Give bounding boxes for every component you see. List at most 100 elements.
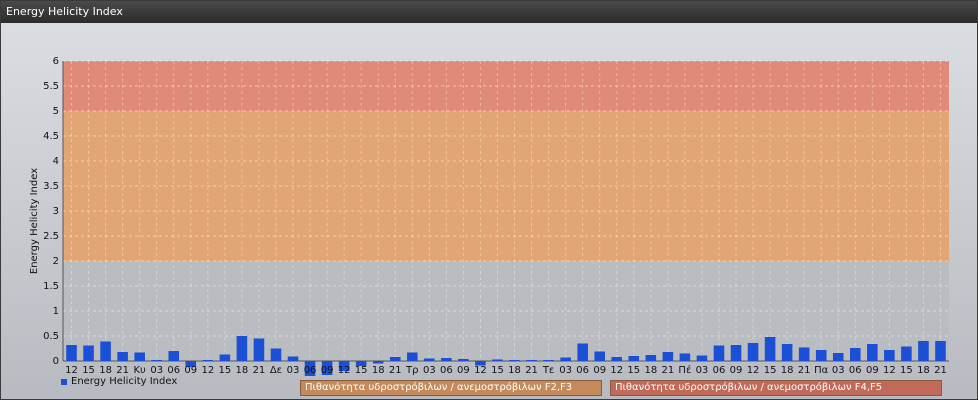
bar bbox=[628, 356, 640, 361]
legend-band-f2f3: Πιθανότητα υδροστρόβιλων / ανεμοστρόβιλω… bbox=[300, 380, 602, 396]
bar bbox=[850, 348, 861, 361]
bar bbox=[815, 350, 827, 361]
x-tick-label: 03 bbox=[150, 365, 163, 376]
bar bbox=[577, 343, 588, 361]
x-tick-label: 21 bbox=[661, 365, 674, 376]
x-tick-label: 12 bbox=[338, 365, 351, 376]
x-tick-label: 21 bbox=[389, 365, 402, 376]
bar bbox=[611, 357, 623, 361]
bar bbox=[270, 348, 282, 361]
bar bbox=[918, 341, 929, 361]
bar bbox=[730, 345, 742, 361]
y-tick-label: 4 bbox=[53, 156, 59, 167]
x-tick-label: 12 bbox=[474, 365, 487, 376]
x-tick-label: 09 bbox=[184, 365, 197, 376]
x-tick-label: 18 bbox=[644, 365, 657, 376]
x-tick-label: 15 bbox=[491, 365, 504, 376]
x-tick-label: Δε bbox=[270, 365, 282, 376]
bar bbox=[202, 360, 214, 361]
bar bbox=[867, 344, 878, 361]
bar bbox=[713, 345, 725, 361]
bar bbox=[798, 347, 810, 361]
bar bbox=[594, 351, 605, 361]
x-tick-label: 15 bbox=[900, 365, 913, 376]
bar bbox=[764, 337, 776, 361]
y-tick-label: 5 bbox=[53, 106, 59, 117]
x-tick-label: 09 bbox=[866, 365, 879, 376]
x-tick-label: 12 bbox=[747, 365, 760, 376]
bar bbox=[441, 358, 452, 361]
bar bbox=[884, 350, 895, 361]
x-tick-label: Πα bbox=[814, 365, 829, 376]
x-tick-label: 03 bbox=[423, 365, 436, 376]
x-tick-label: Τρ bbox=[405, 365, 418, 376]
bar bbox=[645, 355, 657, 361]
bar bbox=[526, 360, 537, 361]
x-tick-label: Τε bbox=[542, 365, 555, 376]
window-title: Energy Helicity Index bbox=[1, 1, 977, 23]
bar bbox=[679, 353, 691, 361]
y-tick-label: 3.5 bbox=[43, 181, 59, 192]
bar bbox=[543, 360, 554, 361]
x-tick-label: Κυ bbox=[134, 365, 147, 376]
legend-swatch bbox=[61, 378, 67, 385]
helicity-chart: 00.511.522.533.544.555.5612 15 18 21 Κυ 03 06 0… bbox=[29, 56, 949, 376]
x-tick-label: 06 bbox=[167, 365, 180, 376]
y-tick-label: 3 bbox=[53, 206, 59, 217]
y-tick-label: 6 bbox=[53, 56, 59, 67]
bar bbox=[747, 343, 759, 361]
bar bbox=[151, 360, 162, 361]
y-tick-label: 2.5 bbox=[43, 231, 59, 242]
bar bbox=[117, 352, 128, 361]
x-tick-label: 21 bbox=[934, 365, 947, 376]
bar bbox=[458, 359, 469, 361]
x-tick-label: 18 bbox=[917, 365, 930, 376]
y-tick-label: 1 bbox=[53, 306, 59, 317]
x-tick-label: 06 bbox=[304, 365, 317, 376]
bar bbox=[134, 352, 145, 361]
legend-band-f4f5: Πιθανότητα υδροστρόβιλων / ανεμοστρόβιλω… bbox=[610, 380, 942, 396]
bar bbox=[287, 356, 299, 361]
legend-series: Energy Helicity Index bbox=[61, 376, 177, 387]
bar bbox=[389, 357, 401, 361]
x-tick-label: 15 bbox=[355, 365, 368, 376]
x-tick-label: 15 bbox=[218, 365, 231, 376]
x-tick-label: 03 bbox=[559, 365, 572, 376]
x-tick-label: 12 bbox=[65, 365, 78, 376]
y-tick-label: 0 bbox=[53, 356, 59, 367]
x-tick-label: 12 bbox=[610, 365, 623, 376]
x-tick-label: 06 bbox=[713, 365, 726, 376]
x-tick-label: 21 bbox=[798, 365, 811, 376]
x-tick-label: 18 bbox=[236, 365, 249, 376]
x-tick-label: 21 bbox=[253, 365, 266, 376]
bar bbox=[492, 359, 503, 361]
x-tick-label: 03 bbox=[832, 365, 845, 376]
x-tick-label: 09 bbox=[457, 365, 470, 376]
bar bbox=[100, 341, 111, 361]
y-tick-label: 0.5 bbox=[43, 331, 59, 342]
x-tick-label: 15 bbox=[627, 365, 640, 376]
x-tick-label: 12 bbox=[201, 365, 214, 376]
bar bbox=[407, 352, 418, 361]
y-tick-label: 4.5 bbox=[43, 131, 59, 142]
bar bbox=[509, 360, 520, 361]
y-tick-label: 2 bbox=[53, 256, 59, 267]
x-tick-label: 03 bbox=[287, 365, 300, 376]
bar bbox=[832, 353, 844, 361]
bar bbox=[781, 344, 793, 361]
bar bbox=[372, 361, 384, 364]
x-tick-label: 06 bbox=[440, 365, 453, 376]
bar bbox=[662, 352, 674, 361]
x-tick-label: 09 bbox=[593, 365, 606, 376]
bar bbox=[83, 345, 94, 361]
bar bbox=[236, 336, 248, 361]
x-tick-label: 09 bbox=[321, 365, 334, 376]
x-tick-label: 06 bbox=[576, 365, 589, 376]
legend-series-label: Energy Helicity Index bbox=[71, 376, 178, 387]
chart-window: Energy Helicity Index 0 0.5 1 1.5 2 2.5 3 3.5 4 4… bbox=[0, 0, 978, 400]
x-tick-label: 18 bbox=[372, 365, 385, 376]
x-tick-label: 09 bbox=[730, 365, 743, 376]
x-tick-label: 21 bbox=[525, 365, 538, 376]
bar bbox=[219, 354, 231, 361]
bar bbox=[168, 351, 180, 361]
